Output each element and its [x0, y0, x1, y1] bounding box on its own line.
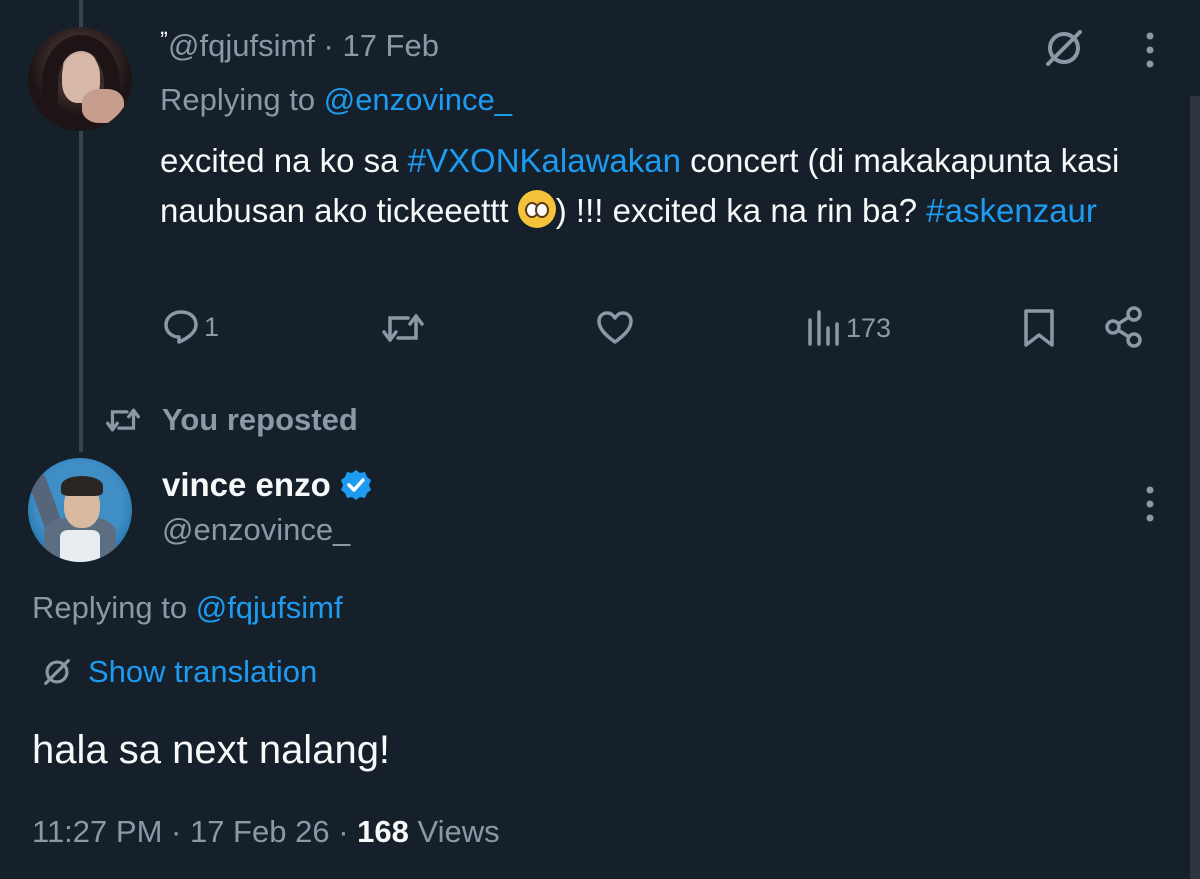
repost-button[interactable]: [382, 310, 428, 346]
more-options-icon[interactable]: [1140, 482, 1160, 526]
bookmark-button[interactable]: [1022, 308, 1056, 348]
tweet-meta: 11:27 PM · 17 Feb 26 · 168 Views: [32, 814, 500, 849]
more-options-icon[interactable]: [1140, 28, 1160, 72]
replying-to-link[interactable]: @enzovince_: [324, 82, 512, 117]
avatar[interactable]: [28, 458, 132, 562]
tweet-text: excited na ko sa #VXONKalawakan concert …: [160, 142, 1120, 229]
share-icon: [1105, 306, 1142, 348]
tweet-text: hala sa next nalang!: [32, 728, 391, 772]
avatar[interactable]: [28, 27, 132, 131]
replying-to: Replying to @fqjufsimf: [32, 590, 343, 625]
handle[interactable]: @enzovince_: [162, 512, 350, 548]
share-button[interactable]: [1104, 306, 1144, 348]
scrollbar[interactable]: [1190, 96, 1200, 879]
grok-translate-icon: [44, 659, 70, 685]
show-translation-label[interactable]: Show translation: [88, 654, 317, 690]
show-translation-button[interactable]: Show translation: [40, 654, 317, 690]
repost-icon: [382, 314, 424, 342]
heart-icon: [597, 311, 633, 344]
views-button[interactable]: 173: [806, 310, 891, 346]
hashtag-link[interactable]: #VXONKalawakan: [408, 142, 681, 179]
views-count[interactable]: 168: [357, 814, 409, 849]
replying-to: Replying to @enzovince_: [160, 82, 513, 117]
repost-label[interactable]: You reposted: [162, 402, 358, 438]
reply-button[interactable]: 1: [162, 308, 219, 346]
reply-icon: [164, 310, 198, 344]
hashtag-link[interactable]: #askenzaur: [926, 192, 1097, 229]
like-button[interactable]: [596, 310, 638, 346]
display-name[interactable]: vince enzo: [162, 466, 373, 504]
verified-badge-icon[interactable]: [339, 468, 373, 502]
pleading-face-emoji-icon: [517, 190, 556, 228]
repost-banner: You reposted: [106, 402, 358, 438]
replying-to-link[interactable]: @fqjufsimf: [196, 590, 343, 625]
grok-translate-icon[interactable]: [1040, 24, 1088, 72]
views-count: 173: [846, 312, 892, 343]
tweet-date[interactable]: 17 Feb: [342, 28, 439, 63]
repost-icon: [106, 408, 140, 432]
views-label: Views: [417, 814, 500, 849]
tweet-time[interactable]: 11:27 PM: [32, 814, 162, 849]
analytics-icon: [808, 310, 839, 346]
reply-count: 1: [204, 311, 220, 342]
tweet-header: ˮ@fqjufsimf · 17 Feb: [160, 28, 439, 63]
tweet-date[interactable]: 17 Feb 26: [190, 814, 330, 849]
display-name[interactable]: ˮ: [160, 28, 168, 55]
bookmark-icon: [1024, 309, 1054, 347]
handle[interactable]: @fqjufsimf: [168, 28, 315, 63]
thread-view: ˮ@fqjufsimf · 17 Feb Replying to @enzovi…: [0, 0, 1200, 879]
